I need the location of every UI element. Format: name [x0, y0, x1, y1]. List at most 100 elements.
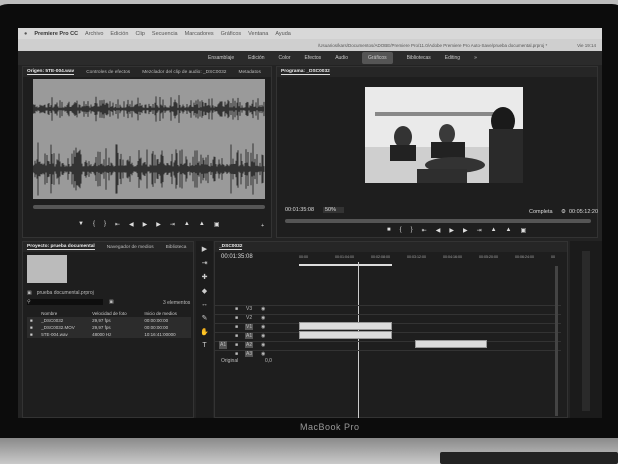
go-to-out-icon[interactable]: ⇥ [477, 227, 482, 234]
pen-tool-icon[interactable]: ✎ [202, 314, 208, 322]
tab-sequence[interactable]: _DSC0032 [219, 244, 243, 250]
timeline-scrollbar[interactable] [555, 266, 558, 416]
menu-clip[interactable]: Clip [135, 31, 144, 37]
track-label[interactable]: A1 [245, 333, 254, 339]
program-scrubber[interactable] [285, 219, 591, 223]
step-forward-icon[interactable]: ▶ [156, 221, 161, 228]
lock-icon[interactable]: ■ [235, 342, 238, 348]
work-area-bar[interactable] [299, 264, 392, 266]
workspace-audio[interactable]: Audio [335, 55, 348, 61]
tab-source[interactable]: Origen: 5TE-004.wav [27, 69, 75, 75]
lock-icon[interactable]: ■ [235, 351, 238, 357]
mute-icon[interactable]: ◉ [261, 342, 265, 348]
mark-out-icon[interactable]: } [411, 227, 413, 234]
add-button-icon[interactable]: + [261, 223, 264, 229]
mark-out-icon[interactable]: } [104, 221, 106, 228]
playhead[interactable] [358, 262, 359, 418]
tab-media-browser[interactable]: Navegador de medios [107, 245, 154, 250]
type-tool-icon[interactable]: T [202, 342, 206, 349]
go-to-in-icon[interactable]: ⇤ [115, 221, 120, 228]
program-timecode[interactable]: 00:01:35:08 [285, 207, 314, 213]
lock-icon[interactable]: ■ [235, 324, 238, 330]
menu-edicion[interactable]: Edición [110, 31, 128, 37]
audio-waveform[interactable] [33, 79, 265, 199]
mute-icon[interactable]: ◉ [261, 333, 265, 339]
workspace-color[interactable]: Color [279, 55, 291, 61]
overwrite-icon[interactable]: ▲ [199, 221, 205, 228]
step-back-icon[interactable]: ◀ [436, 227, 441, 234]
workspace-bibliotecas[interactable]: Bibliotecas [407, 55, 431, 61]
track-label[interactable]: A2 [245, 342, 254, 348]
source-scrubber[interactable] [33, 205, 265, 209]
table-row[interactable]: ■ _DSC0032.MOV 29,97 fps 00:00:00:00 [27, 324, 191, 331]
tab-metadata[interactable]: Metadatos [238, 70, 260, 75]
play-icon[interactable]: ▶ [143, 221, 148, 228]
column-media-start[interactable]: Inicio de medios [141, 310, 191, 317]
workspace-efectos[interactable]: Efectos [305, 55, 322, 61]
export-frame-icon[interactable]: ▣ [521, 227, 527, 234]
selection-tool-icon[interactable]: ▶ [202, 245, 207, 253]
lift-icon[interactable]: ▲ [491, 227, 497, 234]
toggle-output-icon[interactable]: ◉ [261, 306, 265, 312]
source-patch-a1[interactable]: A1 [219, 341, 228, 349]
zoom-select[interactable]: 50% [323, 207, 345, 213]
workspace-graficos[interactable]: Gráficos [361, 52, 393, 64]
menu-secuencia[interactable]: Secuencia [152, 31, 178, 37]
more-workspaces-icon[interactable]: » [474, 55, 477, 61]
settings-wrench-icon[interactable]: ⚙ [561, 209, 566, 215]
track-label[interactable]: V2 [245, 315, 253, 321]
video-clip[interactable] [299, 322, 392, 330]
column-frame-rate[interactable]: Velocidad de foto [89, 310, 141, 317]
table-row[interactable]: ■ _DSC0032 29,97 fps 00:00:00:00 [27, 317, 191, 324]
track-select-tool-icon[interactable]: ⇥ [202, 259, 208, 267]
track-label[interactable]: V1 [245, 324, 254, 330]
workspace-editing[interactable]: Editing [445, 55, 460, 61]
lock-icon[interactable]: ■ [235, 306, 238, 312]
extract-icon[interactable]: ▲ [506, 227, 512, 234]
track-label[interactable]: V3 [245, 306, 253, 312]
lock-icon[interactable]: ■ [235, 333, 238, 339]
new-bin-icon[interactable]: ▣ [109, 299, 114, 305]
play-icon[interactable]: ▶ [449, 227, 454, 234]
tab-program[interactable]: Programa: _DSC0032 [281, 69, 330, 75]
tab-library[interactable]: Biblioteca [166, 245, 187, 250]
quality-select[interactable]: Completa [529, 209, 553, 215]
audio-clip[interactable] [415, 340, 487, 348]
workspace-ensamblaje[interactable]: Ensamblaje [208, 55, 234, 61]
tab-project[interactable]: Proyecto: prueba documental [27, 244, 95, 250]
toggle-output-icon[interactable]: ◉ [261, 324, 265, 330]
go-to-out-icon[interactable]: ⇥ [170, 221, 175, 228]
insert-icon[interactable]: ▲ [184, 221, 190, 228]
marker-icon[interactable]: ▼ [78, 221, 84, 228]
mute-icon[interactable]: ◉ [261, 351, 265, 357]
menu-marcadores[interactable]: Marcadores [185, 31, 214, 37]
audio-clip[interactable] [299, 331, 392, 339]
workspace-edicion[interactable]: Edición [248, 55, 264, 61]
track-label[interactable]: A3 [245, 351, 254, 357]
go-to-in-icon[interactable]: ⇤ [422, 227, 427, 234]
project-search-input[interactable]: ⚲ [27, 299, 103, 305]
slip-tool-icon[interactable]: ↔ [201, 301, 208, 308]
step-forward-icon[interactable]: ▶ [463, 227, 468, 234]
column-name[interactable]: Nombre [38, 310, 89, 317]
ripple-edit-tool-icon[interactable]: ✚ [202, 273, 208, 281]
menu-archivo[interactable]: Archivo [85, 31, 103, 37]
tab-effect-controls[interactable]: Controles de efectos [86, 70, 130, 75]
razor-tool-icon[interactable]: ◆ [202, 287, 207, 295]
mark-in-icon[interactable]: { [400, 227, 402, 234]
table-row[interactable]: ■ 5TE-004.wav 48000 Hz 10:16:41:00000 [27, 331, 191, 338]
apple-icon[interactable]: ● [24, 31, 27, 37]
menu-ventana[interactable]: Ventana [248, 31, 268, 37]
timeline-timecode[interactable]: 00:01:35:08 [221, 254, 253, 260]
export-frame-icon[interactable]: ▣ [214, 221, 220, 228]
master-track-value[interactable]: 0,0 [265, 358, 272, 364]
step-back-icon[interactable]: ◀ [129, 221, 134, 228]
toggle-output-icon[interactable]: ◉ [261, 315, 265, 321]
lock-icon[interactable]: ■ [235, 315, 238, 321]
app-menu[interactable]: Premiere Pro CC [34, 31, 78, 37]
hand-tool-icon[interactable]: ✋ [200, 328, 209, 336]
marker-icon[interactable]: ■ [387, 227, 391, 234]
mark-in-icon[interactable]: { [93, 221, 95, 228]
menu-graficos[interactable]: Gráficos [221, 31, 241, 37]
tab-audio-clip-mixer[interactable]: Mezclador del clip de audio: _DSC0032 [142, 70, 226, 75]
